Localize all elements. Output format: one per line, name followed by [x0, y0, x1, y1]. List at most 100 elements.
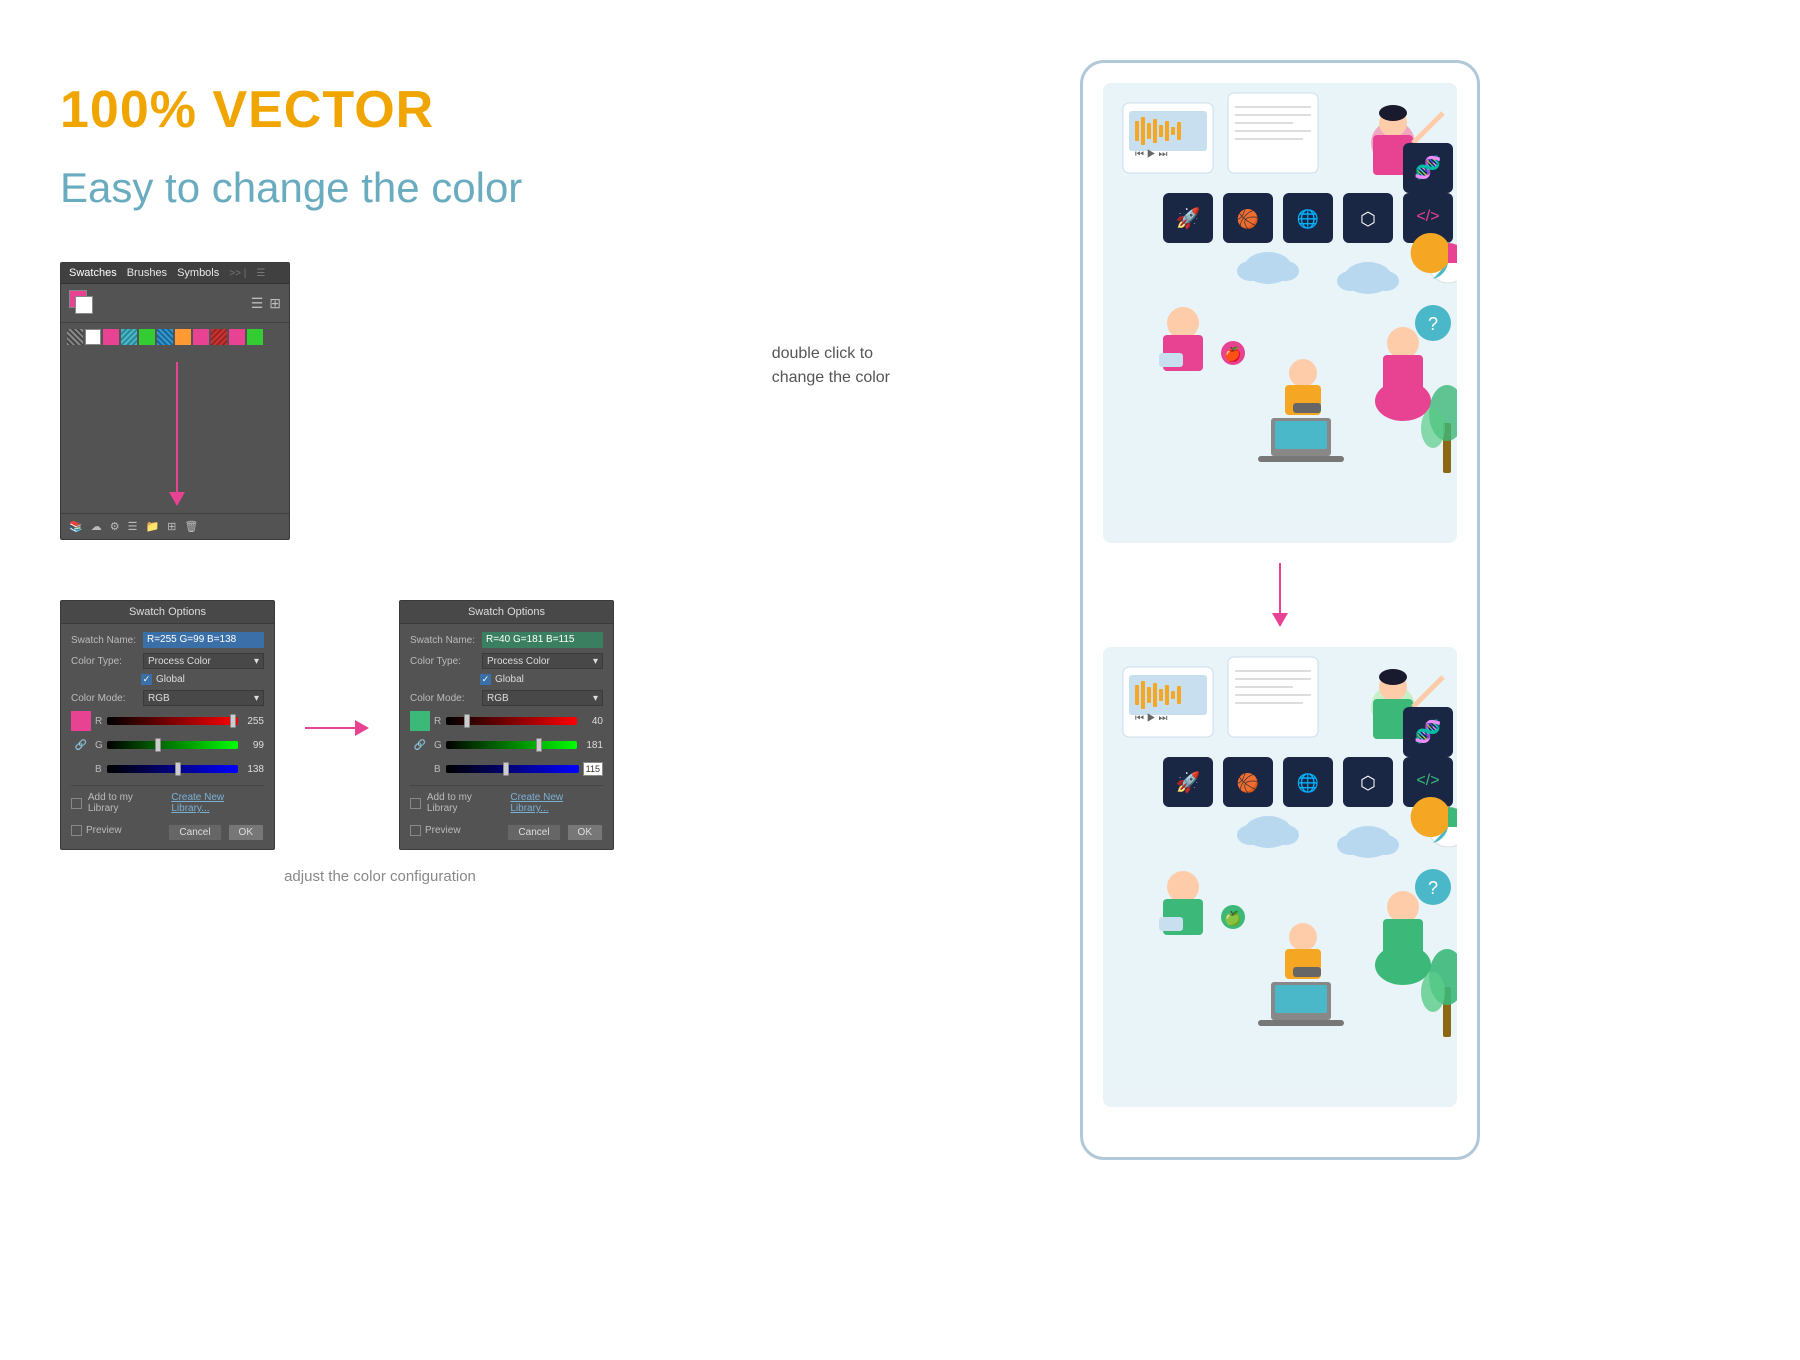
- ok-button-1[interactable]: OK: [228, 824, 264, 841]
- color-mode-label-2: Color Mode:: [410, 693, 478, 704]
- b-label-1: B: [95, 764, 103, 775]
- library-icon[interactable]: 📚: [69, 520, 83, 533]
- b-slider-1[interactable]: [107, 765, 238, 773]
- swatch-cell-cyan[interactable]: [121, 329, 137, 345]
- color-type-select-1[interactable]: Process Color ▾: [143, 653, 264, 669]
- swatch-cell-blue[interactable]: [157, 329, 173, 345]
- add-library-label-1: Add to my Library: [88, 792, 165, 814]
- trash-icon[interactable]: 🗑: [184, 520, 198, 533]
- g-value-1: 99: [242, 740, 264, 751]
- grid2-icon[interactable]: ⊞: [167, 520, 176, 533]
- grid-view-icon[interactable]: ⊞: [269, 295, 281, 312]
- add-library-check-1[interactable]: [71, 798, 82, 809]
- swatch-cell-pink2[interactable]: [193, 329, 209, 345]
- tab-brushes[interactable]: Brushes: [127, 267, 167, 279]
- color-preview-1: [71, 711, 91, 731]
- swatch-name-input-2[interactable]: R=40 G=181 B=115: [482, 632, 603, 648]
- preview-check-1[interactable]: [71, 825, 82, 836]
- g-value-2: 181: [581, 740, 603, 751]
- r-value-2: 40: [581, 716, 603, 727]
- before-illustration: ⏮ ▶ ⏭ 🏀 �: [1103, 83, 1457, 543]
- tab-sep: >> |: [229, 268, 246, 279]
- svg-text:🧬: 🧬: [1414, 154, 1441, 181]
- dialog-title-2: Swatch Options: [400, 601, 613, 624]
- svg-text:</>: </>: [1416, 772, 1439, 789]
- g-slider-2[interactable]: [446, 741, 577, 749]
- list-icon[interactable]: ☰: [128, 520, 138, 533]
- svg-text:🚀: 🚀: [1176, 206, 1201, 230]
- list-view-icon[interactable]: ☰: [251, 295, 264, 312]
- swatch-cell-pink3[interactable]: [229, 329, 245, 345]
- vector-title: 100% VECTOR: [60, 80, 700, 140]
- swatch-cell-red[interactable]: [211, 329, 227, 345]
- dialog-body-1: Swatch Name: R=255 G=99 B=138 Color Type…: [61, 624, 274, 849]
- global-check-2[interactable]: ✓: [480, 674, 491, 685]
- color-type-label-2: Color Type:: [410, 656, 478, 667]
- swatch-cell-white[interactable]: [85, 329, 101, 345]
- swatch-cell-orange[interactable]: [175, 329, 191, 345]
- ok-button-2[interactable]: OK: [567, 824, 603, 841]
- swatch-cell-pink[interactable]: [103, 329, 119, 345]
- preview-label-2: Preview: [425, 825, 461, 836]
- global-check-1[interactable]: ✓: [141, 674, 152, 685]
- link-icon-1: 🔗: [71, 735, 91, 755]
- arrow-right: [305, 720, 369, 736]
- r-slider-1[interactable]: [107, 717, 238, 725]
- swatch-cell-green2[interactable]: [247, 329, 263, 345]
- r-slider-2[interactable]: [446, 717, 577, 725]
- svg-text:🏀: 🏀: [1237, 207, 1259, 231]
- b-label-2: B: [434, 764, 442, 775]
- swatch-name-label-2: Swatch Name:: [410, 635, 478, 646]
- svg-text:⏮ ▶ ⏭: ⏮ ▶ ⏭: [1135, 149, 1167, 160]
- svg-text:?: ?: [1428, 878, 1438, 898]
- folder-icon[interactable]: 📁: [145, 520, 159, 533]
- cancel-button-1[interactable]: Cancel: [168, 824, 221, 841]
- create-library-link-2[interactable]: Create New Library...: [510, 792, 603, 814]
- tab-swatches[interactable]: Swatches: [69, 267, 117, 279]
- svg-text:⬡: ⬡: [1360, 773, 1376, 793]
- g-slider-1[interactable]: [107, 741, 238, 749]
- swatch-name-label-1: Swatch Name:: [71, 635, 139, 646]
- svg-text:🍎: 🍎: [1224, 345, 1241, 363]
- svg-text:🏀: 🏀: [1237, 771, 1259, 795]
- left-panel: 100% VECTOR Easy to change the color Swa…: [0, 0, 760, 965]
- color-mode-select-1[interactable]: RGB ▾: [143, 690, 264, 706]
- color-mode-label-1: Color Mode:: [71, 693, 139, 704]
- link-icon-2: 🔗: [410, 735, 430, 755]
- cancel-button-2[interactable]: Cancel: [507, 824, 560, 841]
- r-value-1: 255: [242, 716, 264, 727]
- settings-icon[interactable]: ⚙: [110, 520, 120, 533]
- svg-text:🚀: 🚀: [1176, 770, 1201, 794]
- g-label-2: G: [434, 740, 442, 751]
- b-value-box-2[interactable]: 115: [583, 762, 603, 776]
- r-label-1: R: [95, 716, 103, 727]
- swatch-options-dialog-2: Swatch Options Swatch Name: R=40 G=181 B…: [399, 600, 614, 850]
- dialog-title-1: Swatch Options: [61, 601, 274, 624]
- svg-text:🌐: 🌐: [1297, 772, 1319, 793]
- svg-text:🧬: 🧬: [1414, 718, 1441, 745]
- swatch-name-input-1[interactable]: R=255 G=99 B=138: [143, 632, 264, 648]
- global-label-1: Global: [156, 674, 185, 685]
- spacer-2: [410, 759, 430, 779]
- b-value-1: 138: [242, 764, 264, 775]
- preview-check-2[interactable]: [410, 825, 421, 836]
- global-label-2: Global: [495, 674, 524, 685]
- add-library-label-2: Add to my Library: [427, 792, 504, 814]
- color-mode-select-2[interactable]: RGB ▾: [482, 690, 603, 706]
- swatch-cell-green1[interactable]: [139, 329, 155, 345]
- swatches-toolbar: ☰ ⊞: [61, 284, 289, 323]
- swatch-cell-none[interactable]: [67, 329, 83, 345]
- svg-text:🍏: 🍏: [1224, 910, 1241, 927]
- cloud-icon[interactable]: ☁: [91, 520, 102, 533]
- color-type-label-1: Color Type:: [71, 656, 139, 667]
- add-library-check-2[interactable]: [410, 798, 421, 809]
- dialog-body-2: Swatch Name: R=40 G=181 B=115 Color Type…: [400, 624, 613, 849]
- b-slider-2[interactable]: [446, 765, 579, 773]
- menu-icon[interactable]: ☰: [256, 268, 265, 279]
- swatches-tab-bar: Swatches Brushes Symbols >> | ☰: [61, 263, 289, 284]
- g-label-1: G: [95, 740, 103, 751]
- spacer-1: [71, 759, 91, 779]
- tab-symbols[interactable]: Symbols: [177, 267, 219, 279]
- create-library-link-1[interactable]: Create New Library...: [171, 792, 264, 814]
- color-type-select-2[interactable]: Process Color ▾: [482, 653, 603, 669]
